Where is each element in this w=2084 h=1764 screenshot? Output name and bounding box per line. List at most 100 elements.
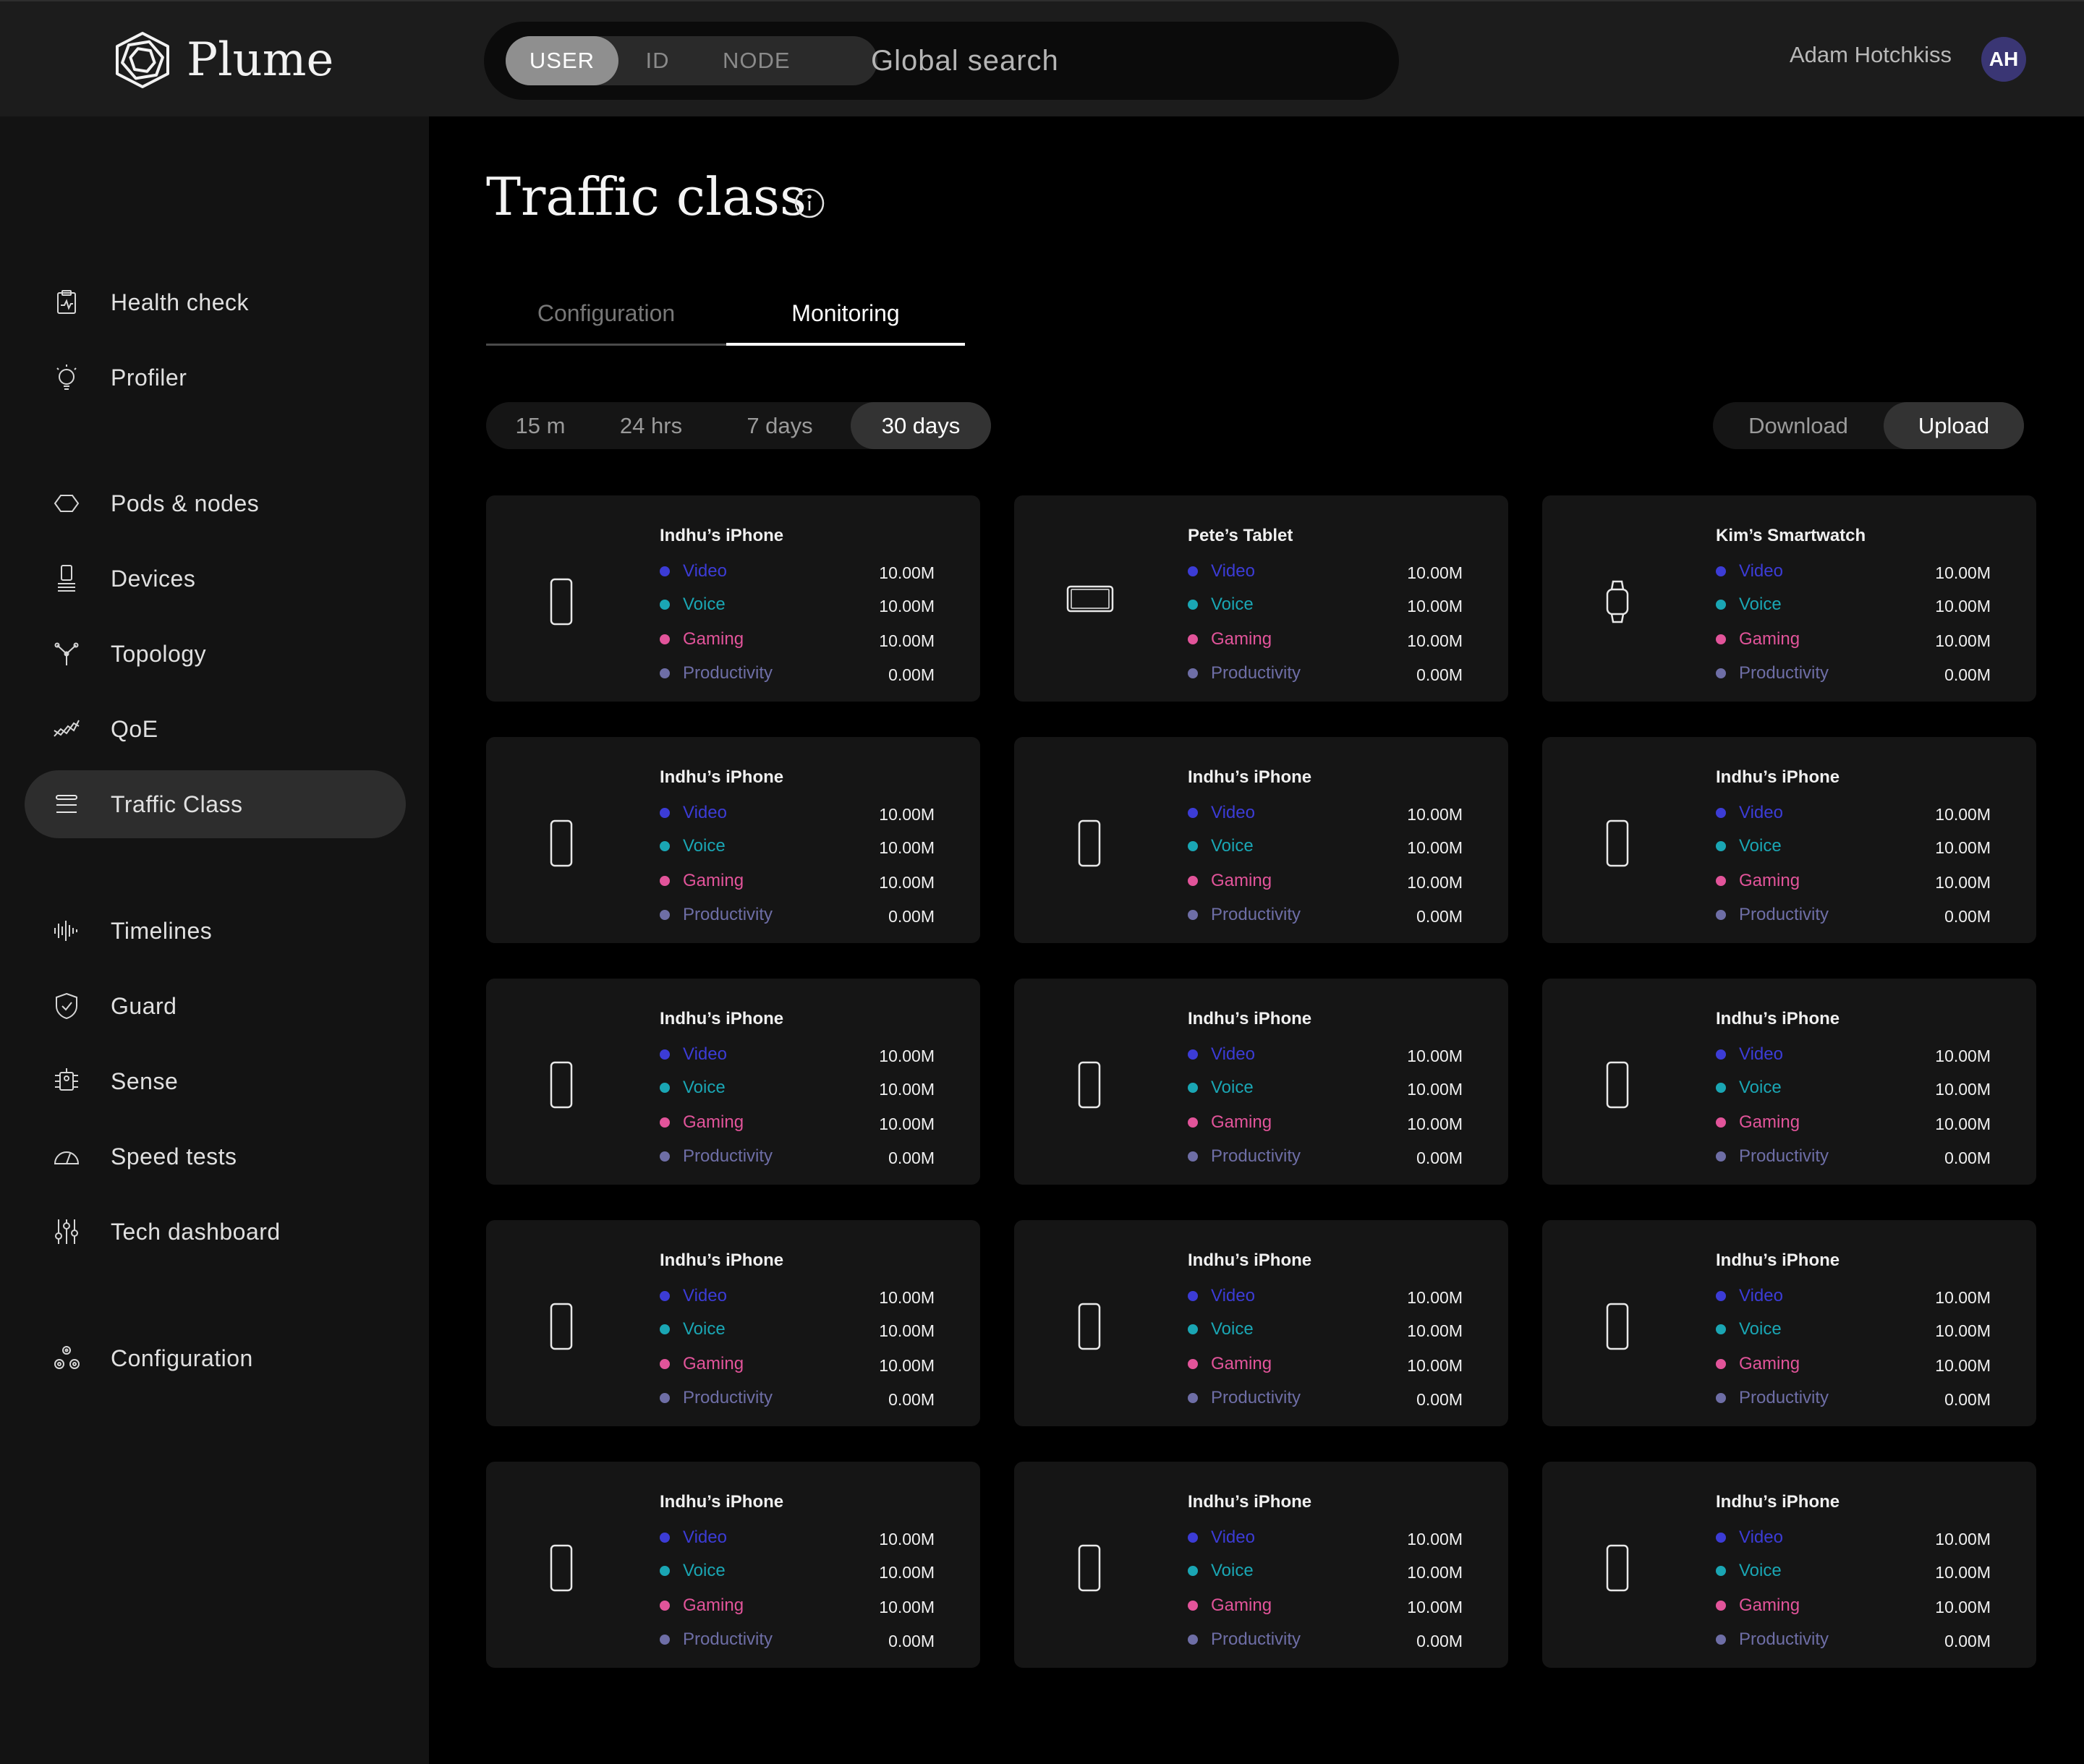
metric-label: Video bbox=[1211, 1044, 1255, 1064]
sidebar-item-topology[interactable]: Topology bbox=[25, 620, 406, 688]
user-name[interactable]: Adam Hotchkiss bbox=[1790, 42, 1952, 68]
sidebar-item-health-check[interactable]: Health check bbox=[25, 268, 406, 336]
device-card[interactable]: Indhu’s iPhone Video 10.00M Voice 10.00M Gami… bbox=[1014, 1220, 1508, 1426]
tab-monitoring[interactable]: Monitoring bbox=[726, 289, 965, 346]
legend-dot bbox=[1716, 1083, 1726, 1093]
sidebar-item-speed-tests[interactable]: Speed tests bbox=[25, 1122, 406, 1190]
legend-dot bbox=[660, 634, 670, 644]
metric-label: Productivity bbox=[1211, 1629, 1301, 1649]
legend-dot bbox=[660, 1635, 670, 1645]
sidebar: Health check Profiler Pods & nodes Devic… bbox=[0, 116, 429, 1764]
metric-value: 0.00M bbox=[1944, 665, 1991, 684]
metric-value: 10.00M bbox=[1407, 1356, 1463, 1375]
legend-dot bbox=[1188, 600, 1198, 610]
metric-label: Productivity bbox=[683, 905, 773, 924]
traffic-metric-row: Voice 10.00M bbox=[1716, 834, 1991, 857]
metric-label: Productivity bbox=[683, 1388, 773, 1407]
device-card[interactable]: Indhu’s iPhone Video 10.00M Voice 10.00M Gami… bbox=[1542, 1462, 2036, 1668]
metric-value: 0.00M bbox=[1416, 1390, 1463, 1409]
traffic-metric-row: Productivity 0.00M bbox=[1716, 1386, 1991, 1409]
legend-dot bbox=[1188, 910, 1198, 920]
device-card[interactable]: Kim’s Smartwatch Video 10.00M Voice 10.00M Ga… bbox=[1542, 495, 2036, 702]
metric-value: 10.00M bbox=[879, 838, 935, 857]
legend-dot bbox=[660, 876, 670, 886]
sidebar-item-pods-nodes[interactable]: Pods & nodes bbox=[25, 469, 406, 537]
legend-dot bbox=[1188, 566, 1198, 576]
sidebar-item-label: Pods & nodes bbox=[111, 490, 260, 516]
sidebar-item-sense[interactable]: Sense bbox=[25, 1047, 406, 1115]
device-card[interactable]: Indhu’s iPhone Video 10.00M Voice 10.00M Gami… bbox=[1014, 737, 1508, 943]
traffic-metric-row: Video 10.00M bbox=[660, 559, 935, 582]
range-24hrs[interactable]: 24 hrs bbox=[595, 402, 707, 449]
upload-toggle[interactable]: Upload bbox=[1884, 402, 2024, 449]
metric-label: Video bbox=[683, 561, 727, 581]
search-mode-id[interactable]: ID bbox=[618, 36, 697, 85]
metric-label: Voice bbox=[1739, 1561, 1782, 1580]
list-icon bbox=[52, 790, 81, 819]
sidebar-item-guard[interactable]: Guard bbox=[25, 972, 406, 1040]
search-input[interactable]: Global search bbox=[871, 22, 1059, 100]
sidebar-item-traffic-class[interactable]: Traffic Class bbox=[25, 770, 406, 838]
download-toggle[interactable]: Download bbox=[1713, 402, 1884, 449]
metric-value: 10.00M bbox=[1407, 1288, 1463, 1307]
metric-label: Voice bbox=[683, 1078, 726, 1097]
sidebar-item-configuration[interactable]: Configuration bbox=[25, 1324, 406, 1392]
metric-value: 0.00M bbox=[888, 1632, 935, 1650]
plume-logo[interactable]: Plume bbox=[109, 29, 333, 91]
legend-dot bbox=[1188, 1117, 1198, 1128]
legend-dot bbox=[660, 1393, 670, 1403]
search-mode-user[interactable]: USER bbox=[506, 36, 618, 85]
metric-value: 10.00M bbox=[1407, 1530, 1463, 1548]
metric-value: 0.00M bbox=[1416, 907, 1463, 926]
metric-value: 10.00M bbox=[1407, 631, 1463, 650]
global-search-bar[interactable]: USER ID NODE Global search bbox=[484, 22, 1399, 100]
sidebar-item-qoe[interactable]: QoE bbox=[25, 695, 406, 763]
traffic-metric-row: Voice 10.00M bbox=[660, 1317, 935, 1340]
device-card[interactable]: Indhu’s iPhone Video 10.00M Voice 10.00M Gami… bbox=[486, 737, 980, 943]
legend-dot bbox=[1716, 876, 1726, 886]
topology-icon bbox=[52, 639, 81, 668]
sidebar-item-tech-dashboard[interactable]: Tech dashboard bbox=[25, 1198, 406, 1266]
sidebar-item-devices[interactable]: Devices bbox=[25, 545, 406, 613]
search-mode-node[interactable]: NODE bbox=[697, 36, 877, 85]
device-card[interactable]: Indhu’s iPhone Video 10.00M Voice 10.00M Gami… bbox=[1542, 1220, 2036, 1426]
range-30days[interactable]: 30 days bbox=[851, 402, 991, 449]
device-card[interactable]: Pete’s Tablet Video 10.00M Voice 10.00M Gamin… bbox=[1014, 495, 1508, 702]
legend-dot bbox=[1716, 808, 1726, 818]
device-card[interactable]: Indhu’s iPhone Video 10.00M Voice 10.00M Gami… bbox=[1014, 1462, 1508, 1668]
range-15m[interactable]: 15 m bbox=[486, 402, 595, 449]
info-icon[interactable] bbox=[794, 187, 825, 219]
metric-value: 10.00M bbox=[1935, 1321, 1991, 1340]
metric-value: 10.00M bbox=[1407, 805, 1463, 824]
clipboard-pulse-icon bbox=[52, 288, 81, 317]
device-card[interactable]: Indhu’s iPhone Video 10.00M Voice 10.00M Gami… bbox=[486, 1220, 980, 1426]
metric-label: Gaming bbox=[1739, 871, 1800, 890]
metric-label: Gaming bbox=[1739, 1112, 1800, 1132]
tab-configuration[interactable]: Configuration bbox=[486, 289, 726, 346]
sidebar-item-profiler[interactable]: Profiler bbox=[25, 344, 406, 412]
device-card[interactable]: Indhu’s iPhone Video 10.00M Voice 10.00M Gami… bbox=[486, 979, 980, 1185]
metric-label: Productivity bbox=[683, 1146, 773, 1166]
legend-dot bbox=[660, 1151, 670, 1162]
traffic-metric-row: Productivity 0.00M bbox=[1188, 1386, 1463, 1409]
device-card[interactable]: Indhu’s iPhone Video 10.00M Voice 10.00M Gami… bbox=[1542, 979, 2036, 1185]
metric-label: Video bbox=[683, 1527, 727, 1547]
range-7days[interactable]: 7 days bbox=[707, 402, 852, 449]
device-card[interactable]: Indhu’s iPhone Video 10.00M Voice 10.00M Gami… bbox=[486, 1462, 980, 1668]
traffic-metric-row: Voice 10.00M bbox=[1188, 592, 1463, 615]
device-name: Kim’s Smartwatch bbox=[1716, 526, 1866, 545]
traffic-metric-row: Productivity 0.00M bbox=[1716, 1627, 1991, 1650]
metric-label: Gaming bbox=[1739, 629, 1800, 649]
page-title: Traffic class bbox=[486, 166, 807, 227]
sidebar-item-timelines[interactable]: Timelines bbox=[25, 897, 406, 965]
device-card[interactable]: Indhu’s iPhone Video 10.00M Voice 10.00M Gami… bbox=[486, 495, 980, 702]
avatar[interactable]: AH bbox=[1981, 37, 2026, 82]
device-card[interactable]: Indhu’s iPhone Video 10.00M Voice 10.00M Gami… bbox=[1014, 979, 1508, 1185]
metric-value: 10.00M bbox=[879, 563, 935, 582]
metric-value: 0.00M bbox=[1416, 665, 1463, 684]
metric-value: 10.00M bbox=[1935, 1080, 1991, 1099]
metric-value: 0.00M bbox=[888, 1149, 935, 1167]
phone-icon bbox=[550, 578, 573, 629]
traffic-metric-row: Gaming 10.00M bbox=[660, 869, 935, 892]
device-card[interactable]: Indhu’s iPhone Video 10.00M Voice 10.00M Gami… bbox=[1542, 737, 2036, 943]
